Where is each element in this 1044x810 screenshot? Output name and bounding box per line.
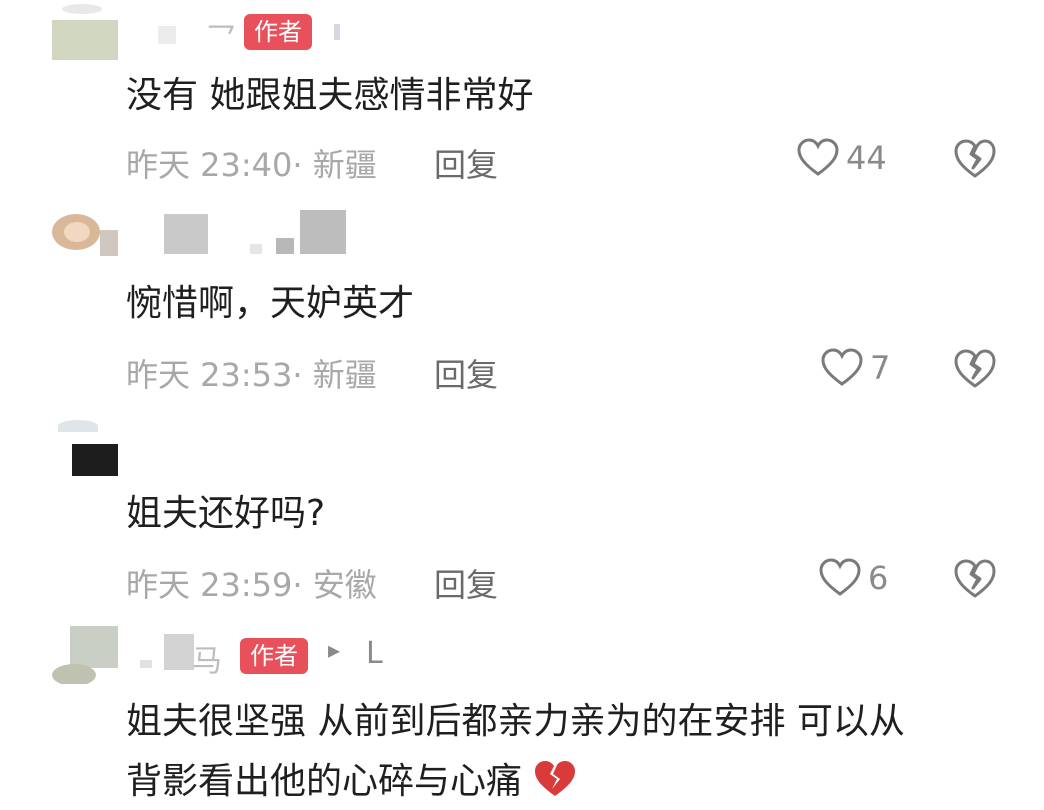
avatar[interactable] (52, 208, 118, 268)
like-button[interactable]: 44 (796, 138, 887, 178)
author-badge: 作者 (244, 14, 312, 50)
comment-text: 没有 她跟姐夫感情非常好 (126, 75, 534, 116)
avatar[interactable] (52, 2, 118, 62)
comment-text-line2: 背影看出他的心碎与心痛 (126, 754, 577, 810)
author-name[interactable]: 乛 作者 (130, 12, 380, 58)
reply-button[interactable]: 回复 (434, 560, 498, 606)
avatar[interactable] (52, 624, 118, 684)
author-badge: 作者 (240, 638, 308, 674)
broken-heart-emoji (535, 761, 576, 796)
comment-meta: 昨天 23:40· 新疆 (126, 146, 377, 184)
comment-meta: 昨天 23:59· 安徽 (126, 566, 377, 604)
heart-outline-icon (821, 348, 863, 386)
reply-button[interactable]: 回复 (434, 350, 498, 396)
comment-meta: 昨天 23:53· 新疆 (126, 356, 377, 394)
comment-item: 马 作者 ▸ L 姐夫很坚强 从前到后都亲力亲为的在安排 可以从 背影看出他的心… (0, 620, 1044, 808)
reply-to-name: L (366, 636, 383, 671)
heart-outline-icon (797, 138, 839, 176)
author-name[interactable]: 马 作者 ▸ L (130, 634, 400, 680)
comment-text: 姐夫很坚强 从前到后都亲力亲为的在安排 可以从 (126, 701, 905, 742)
comment-text: 惋惜啊，天妒英才 (126, 283, 415, 324)
like-count: 7 (870, 349, 891, 387)
like-count: 44 (846, 139, 887, 177)
comment-item: 乛 作者 没有 她跟姐夫感情非常好 昨天 23:40· 新疆 回复 44 (0, 0, 1044, 200)
comment-text: 姐夫还好吗? (126, 493, 326, 534)
reply-arrow-icon: ▸ (328, 636, 341, 664)
heart-outline-icon (819, 558, 861, 596)
like-count: 6 (868, 559, 889, 597)
comment-item: 惋惜啊，天妒英才 昨天 23:53· 新疆 回复 7 (0, 200, 1044, 410)
avatar[interactable] (52, 416, 118, 476)
author-name[interactable] (130, 210, 390, 256)
like-button[interactable]: 7 (820, 348, 890, 388)
broken-heart-outline-icon[interactable] (952, 558, 998, 600)
broken-heart-outline-icon[interactable] (952, 138, 998, 180)
reply-button[interactable]: 回复 (434, 140, 498, 186)
like-button[interactable]: 6 (818, 558, 888, 598)
broken-heart-outline-icon[interactable] (952, 348, 998, 390)
comment-item: 姐夫还好吗? 昨天 23:59· 安徽 回复 6 (0, 410, 1044, 620)
